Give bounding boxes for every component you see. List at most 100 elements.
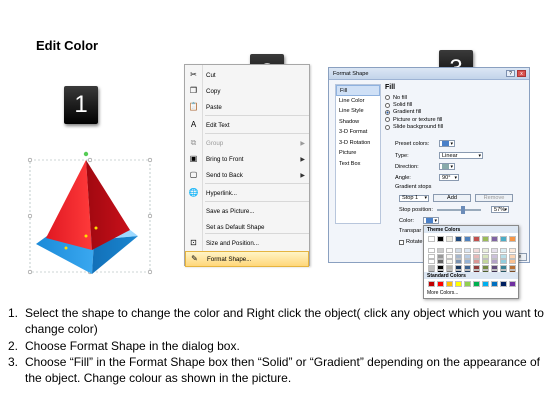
standard-color-swatch[interactable] bbox=[491, 281, 498, 287]
theme-color-swatch[interactable] bbox=[482, 248, 489, 254]
theme-color-swatch[interactable] bbox=[482, 236, 489, 242]
theme-color-swatch[interactable] bbox=[491, 264, 498, 270]
radio-button[interactable] bbox=[385, 95, 390, 101]
fill-option-no-fill[interactable]: No fill bbox=[385, 94, 529, 101]
theme-color-swatch[interactable] bbox=[446, 259, 453, 265]
theme-color-swatch[interactable] bbox=[509, 253, 516, 259]
theme-color-swatch[interactable] bbox=[473, 248, 480, 254]
remove-stop-button[interactable]: Remove bbox=[475, 194, 513, 202]
theme-color-swatch[interactable] bbox=[500, 248, 507, 254]
theme-color-swatch[interactable] bbox=[455, 253, 462, 259]
theme-color-swatch[interactable] bbox=[428, 253, 435, 259]
theme-color-swatch[interactable] bbox=[455, 259, 462, 265]
sidebar-item-line-color[interactable]: Line Color bbox=[336, 96, 380, 107]
sidebar-item-text-box[interactable]: Text Box bbox=[336, 159, 380, 170]
theme-color-swatch[interactable] bbox=[509, 264, 516, 270]
theme-color-swatch[interactable] bbox=[473, 253, 480, 259]
sidebar-item-fill[interactable]: Fill bbox=[336, 85, 380, 96]
theme-color-swatch[interactable] bbox=[491, 259, 498, 265]
theme-color-swatch[interactable] bbox=[509, 236, 516, 242]
theme-color-swatch[interactable] bbox=[437, 264, 444, 270]
theme-color-swatch[interactable] bbox=[428, 236, 435, 242]
theme-color-swatch[interactable] bbox=[446, 248, 453, 254]
theme-color-swatch[interactable] bbox=[428, 248, 435, 254]
radio-button[interactable] bbox=[385, 109, 390, 115]
fill-option-solid-fill[interactable]: Solid fill bbox=[385, 101, 529, 108]
standard-color-swatch[interactable] bbox=[428, 281, 435, 287]
sidebar-item-3-d-rotation[interactable]: 3-D Rotation bbox=[336, 138, 380, 149]
direction-dropdown[interactable] bbox=[439, 163, 455, 170]
close-window-button[interactable]: x bbox=[517, 70, 526, 77]
radio-button[interactable] bbox=[385, 117, 390, 123]
menu-item-edit-text[interactable]: A Edit Text bbox=[185, 117, 309, 133]
theme-color-swatch[interactable] bbox=[446, 253, 453, 259]
theme-color-swatch[interactable] bbox=[473, 259, 480, 265]
theme-color-swatch[interactable] bbox=[455, 236, 462, 242]
theme-color-swatch[interactable] bbox=[464, 253, 471, 259]
theme-color-swatch[interactable] bbox=[482, 253, 489, 259]
type-dropdown[interactable]: Linear bbox=[439, 152, 483, 159]
fill-option-gradient-fill[interactable]: Gradient fill bbox=[385, 109, 529, 116]
menu-item-size-and-position[interactable]: ⊡ Size and Position... bbox=[185, 235, 309, 251]
pyramid-shape[interactable] bbox=[26, 150, 154, 278]
menu-item-copy[interactable]: ❐ Copy bbox=[185, 83, 309, 99]
theme-color-swatch[interactable] bbox=[482, 264, 489, 270]
preset-colors-dropdown[interactable] bbox=[439, 140, 455, 147]
color-dropdown[interactable] bbox=[423, 217, 439, 224]
standard-color-swatch[interactable] bbox=[446, 281, 453, 287]
theme-color-swatch[interactable] bbox=[509, 259, 516, 265]
theme-color-swatch[interactable] bbox=[428, 264, 435, 270]
theme-color-swatch[interactable] bbox=[500, 253, 507, 259]
theme-color-swatch[interactable] bbox=[437, 236, 444, 242]
theme-color-swatch[interactable] bbox=[437, 253, 444, 259]
standard-color-swatch[interactable] bbox=[509, 281, 516, 287]
help-button[interactable]: ? bbox=[506, 70, 515, 77]
theme-color-swatch[interactable] bbox=[455, 248, 462, 254]
menu-item-save-as-picture[interactable]: Save as Picture... bbox=[185, 203, 309, 219]
theme-color-swatch[interactable] bbox=[491, 248, 498, 254]
stop-dropdown[interactable]: Stop 1 bbox=[399, 194, 429, 202]
fill-option-picture-or-texture-fill[interactable]: Picture or texture fill bbox=[385, 116, 529, 123]
menu-item-hyperlink[interactable]: 🌐 Hyperlink... bbox=[185, 185, 309, 201]
stop-position-slider[interactable] bbox=[437, 205, 481, 214]
theme-color-swatch[interactable] bbox=[482, 259, 489, 265]
menu-item-bring-to-front[interactable]: ▣ Bring to Front ▶ bbox=[185, 151, 309, 167]
theme-color-swatch[interactable] bbox=[491, 236, 498, 242]
menu-item-group[interactable]: ⧉ Group ▶ bbox=[185, 135, 309, 151]
radio-button[interactable] bbox=[385, 124, 390, 130]
sidebar-item-picture[interactable]: Picture bbox=[336, 148, 380, 159]
standard-color-swatch[interactable] bbox=[464, 281, 471, 287]
angle-input[interactable]: 90° bbox=[439, 174, 459, 181]
add-stop-button[interactable]: Add bbox=[433, 194, 471, 202]
theme-color-swatch[interactable] bbox=[437, 248, 444, 254]
standard-color-swatch[interactable] bbox=[473, 281, 480, 287]
menu-item-send-to-back[interactable]: ▢ Send to Back ▶ bbox=[185, 167, 309, 183]
theme-color-swatch[interactable] bbox=[473, 264, 480, 270]
standard-color-swatch[interactable] bbox=[482, 281, 489, 287]
theme-color-swatch[interactable] bbox=[428, 259, 435, 265]
sidebar-item-3-d-format[interactable]: 3-D Format bbox=[336, 127, 380, 138]
menu-item-paste[interactable]: 📋 Paste bbox=[185, 99, 309, 115]
theme-color-swatch[interactable] bbox=[437, 259, 444, 265]
theme-color-swatch[interactable] bbox=[500, 259, 507, 265]
theme-color-swatch[interactable] bbox=[464, 259, 471, 265]
theme-color-swatch[interactable] bbox=[509, 248, 516, 254]
fill-option-slide-background-fill[interactable]: Slide background fill bbox=[385, 124, 529, 131]
radio-button[interactable] bbox=[385, 102, 390, 108]
menu-item-set-as-default-shape[interactable]: Set as Default Shape bbox=[185, 219, 309, 235]
theme-color-swatch[interactable] bbox=[446, 236, 453, 242]
theme-color-swatch[interactable] bbox=[455, 264, 462, 270]
theme-color-swatch[interactable] bbox=[464, 248, 471, 254]
standard-color-swatch[interactable] bbox=[437, 281, 444, 287]
theme-color-swatch[interactable] bbox=[500, 264, 507, 270]
theme-color-swatch[interactable] bbox=[464, 236, 471, 242]
theme-color-swatch[interactable] bbox=[473, 236, 480, 242]
sidebar-item-shadow[interactable]: Shadow bbox=[336, 117, 380, 128]
menu-item-format-shape[interactable]: ✎ Format Shape... bbox=[185, 251, 309, 267]
rotate-checkbox[interactable] bbox=[399, 239, 404, 245]
theme-color-swatch[interactable] bbox=[446, 264, 453, 270]
theme-color-swatch[interactable] bbox=[500, 236, 507, 242]
stop-position-input[interactable]: 57% bbox=[491, 206, 509, 213]
theme-color-swatch[interactable] bbox=[491, 253, 498, 259]
standard-color-swatch[interactable] bbox=[455, 281, 462, 287]
